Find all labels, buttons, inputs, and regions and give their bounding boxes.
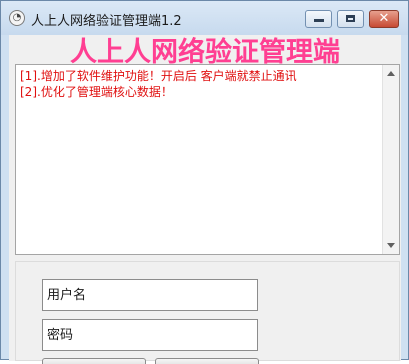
log-line: [1].增加了软件维护功能！开启后 客户端就禁止通讯 — [20, 69, 297, 83]
maximize-button[interactable] — [337, 10, 364, 28]
update-log-textbox[interactable]: [1].增加了软件维护功能！开启后 客户端就禁止通讯 [2].优化了管理端核心数… — [15, 64, 400, 255]
login-panel — [15, 261, 400, 364]
password-field[interactable] — [42, 319, 258, 351]
minimize-icon — [314, 19, 324, 22]
close-button[interactable]: ✕ — [369, 10, 399, 28]
log-lines: [1].增加了软件维护功能！开启后 客户端就禁止通讯 [2].优化了管理端核心数… — [20, 68, 381, 100]
window-title: 人上人网络验证管理端1.2 — [31, 14, 182, 29]
minimize-button[interactable] — [305, 10, 332, 28]
second-action-button[interactable] — [155, 358, 259, 364]
vertical-scrollbar[interactable] — [382, 65, 399, 254]
client-area: 人上人网络验证管理端 [1].增加了软件维护功能！开启后 客户端就禁止通讯 [2… — [9, 35, 401, 364]
close-icon: ✕ — [378, 11, 390, 26]
scroll-up-icon[interactable] — [387, 71, 395, 76]
username-field[interactable] — [42, 279, 258, 311]
maximize-icon — [346, 15, 355, 22]
log-line: [2].优化了管理端核心数据！ — [20, 85, 173, 99]
login-button[interactable] — [42, 358, 146, 364]
title-bar[interactable]: ◔ 人上人网络验证管理端1.2 ✕ — [1, 1, 408, 35]
scroll-down-icon[interactable] — [387, 243, 395, 248]
app-logo-icon: ◔ — [9, 10, 25, 26]
app-window: ◔ 人上人网络验证管理端1.2 ✕ 人上人网络验证管理端 [1].增加了软件维护… — [0, 0, 409, 364]
